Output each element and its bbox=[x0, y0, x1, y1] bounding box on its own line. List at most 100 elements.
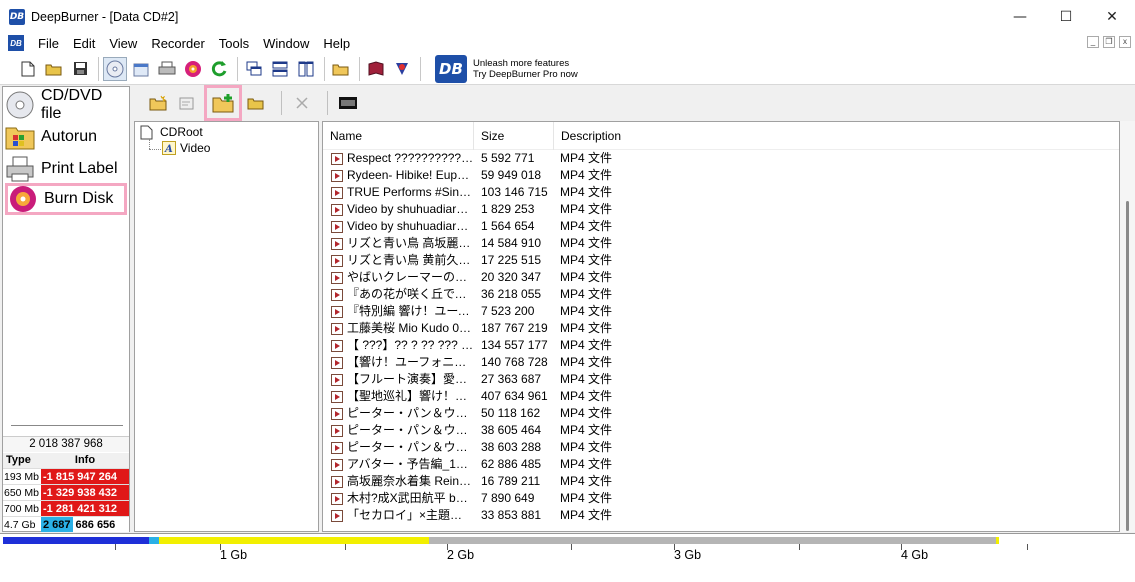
cap-fit-rest: 686 656 bbox=[75, 519, 116, 531]
table-row[interactable]: やばいクレーマーの黄前久美... 20 320 347 MP4 文件 bbox=[323, 269, 1119, 286]
table-row[interactable]: 『特別編 響け！ユーフォニア... 7 523 200 MP4 文件 bbox=[323, 303, 1119, 320]
table-row[interactable]: 『あの花が咲く丘で、君とまた... 36 218 055 MP4 文件 bbox=[323, 286, 1119, 303]
file-description: MP4 文件 bbox=[560, 287, 613, 301]
minimize-button[interactable]: — bbox=[997, 0, 1043, 33]
table-row[interactable]: ピーター・パン＆ウェンディ | 予... 38 605 464 MP4 文件 bbox=[323, 422, 1119, 439]
maximize-button[interactable]: ☐ bbox=[1043, 0, 1089, 33]
table-row[interactable]: ピーター・パン＆ウェンディ | 日... 50 118 162 MP4 文件 bbox=[323, 405, 1119, 422]
video-file-icon bbox=[331, 271, 343, 284]
cascade-windows-icon[interactable] bbox=[242, 57, 266, 81]
menu-recorder[interactable]: Recorder bbox=[144, 36, 211, 51]
about-icon[interactable] bbox=[390, 57, 414, 81]
help-book-icon[interactable] bbox=[364, 57, 388, 81]
boot-disc-icon[interactable] bbox=[336, 91, 360, 115]
open-folder-icon[interactable] bbox=[244, 91, 268, 115]
save-icon[interactable] bbox=[68, 57, 92, 81]
add-files-button[interactable] bbox=[204, 85, 242, 121]
table-row[interactable]: Video by shuhuadiary_6... 1 829 253 MP4 文件 bbox=[323, 201, 1119, 218]
table-row[interactable]: ピーター・パン＆ウェンディ | 予... 38 603 288 MP4 文件 bbox=[323, 439, 1119, 456]
panel-splitter[interactable] bbox=[11, 425, 123, 427]
tile-vertical-icon[interactable] bbox=[294, 57, 318, 81]
table-row[interactable]: 【聖地巡礼】響け！ユーフォニ... 407 634 961 MP4 文件 bbox=[323, 388, 1119, 405]
table-row: 4.7 Gb 2 687 686 656 bbox=[3, 516, 129, 532]
mdi-minimize-button[interactable]: _ bbox=[1087, 36, 1099, 48]
file-size: 20 320 347 bbox=[481, 270, 542, 284]
new-folder-icon[interactable] bbox=[146, 91, 170, 115]
table-row[interactable]: Respect ????????????... 5 592 771 MP4 文件 bbox=[323, 150, 1119, 167]
capacity-remaining-segment bbox=[429, 537, 996, 544]
capacity-table: Type Info 193 Mb -1 815 947 264 650 Mb -… bbox=[3, 453, 129, 532]
table-row[interactable]: 「セカロイ」×主題歌「左右盲」... 33 853 881 MP4 文件 bbox=[323, 507, 1119, 524]
menu-view[interactable]: View bbox=[102, 36, 144, 51]
tree-node-video[interactable]: A Video bbox=[162, 140, 210, 156]
sidebar-item-cd-dvd-file[interactable]: CD/DVD file bbox=[5, 87, 127, 122]
menu-tools[interactable]: Tools bbox=[212, 36, 256, 51]
svg-text:A: A bbox=[164, 144, 173, 155]
table-row[interactable]: 【フルート演奏】愛の花 ?あい... 27 363 687 MP4 文件 bbox=[323, 371, 1119, 388]
video-file-icon bbox=[331, 152, 343, 165]
sidebar-item-burn-disk[interactable]: Burn Disk bbox=[5, 183, 127, 215]
menu-file[interactable]: File bbox=[31, 36, 66, 51]
file-description: MP4 文件 bbox=[560, 321, 613, 335]
file-size: 38 605 464 bbox=[481, 423, 542, 437]
tree-node-root[interactable]: CDRoot bbox=[140, 124, 203, 140]
file-size: 7 890 649 bbox=[481, 491, 535, 505]
table-row[interactable]: リズと青い鳥 黄前久美子全... 17 225 515 MP4 文件 bbox=[323, 252, 1119, 269]
file-size: 17 225 515 bbox=[481, 253, 542, 267]
table-row[interactable]: TRUE Performs #Sincer... 103 146 715 MP4 文… bbox=[323, 184, 1119, 201]
table-row[interactable]: 【 ???】?? ? ?? ??? ???... 134 557 177 MP4 文… bbox=[323, 337, 1119, 354]
file-description: MP4 文件 bbox=[560, 406, 613, 420]
table-row[interactable]: 工藤美桜 Mio Kudo 09_1... 187 767 219 MP4 文件 bbox=[323, 320, 1119, 337]
table-row[interactable]: 高坂麗奈水着集 Reina Ko... 16 789 211 MP4 文件 bbox=[323, 473, 1119, 490]
file-name: ピーター・パン＆ウェンディ | 日... bbox=[347, 406, 474, 420]
table-row[interactable]: リズと青い鳥 高坂麗奈全登... 14 584 910 MP4 文件 bbox=[323, 235, 1119, 252]
close-button[interactable]: ✕ bbox=[1089, 0, 1135, 33]
table-row[interactable]: 【響け！ユーフォニアム】黄前... 140 768 728 MP4 文件 bbox=[323, 354, 1119, 371]
column-header-size[interactable]: Size bbox=[474, 122, 554, 150]
tree-connector bbox=[149, 139, 150, 149]
new-file-icon[interactable] bbox=[16, 57, 40, 81]
file-description: MP4 文件 bbox=[560, 168, 613, 182]
mdi-close-button[interactable]: x bbox=[1119, 36, 1131, 48]
folder-tree: CDRoot A Video bbox=[134, 121, 319, 532]
file-name: リズと青い鳥 高坂麗奈全登... bbox=[347, 236, 474, 250]
table-row[interactable]: 木村?成X武田航平 behin... 7 890 649 MP4 文件 bbox=[323, 490, 1119, 507]
table-row[interactable]: Rydeen- Hibike! Euphon... 59 949 018 MP4 文… bbox=[323, 167, 1119, 184]
file-description: MP4 文件 bbox=[560, 338, 613, 352]
burn-disc-icon[interactable] bbox=[181, 57, 205, 81]
refresh-icon[interactable] bbox=[207, 57, 231, 81]
scale-label: 3 Gb bbox=[674, 548, 702, 562]
file-list-scrollbar[interactable] bbox=[1120, 121, 1135, 532]
open-folder-icon[interactable] bbox=[42, 57, 66, 81]
menu-help[interactable]: Help bbox=[316, 36, 357, 51]
file-size: 36 218 055 bbox=[481, 287, 542, 301]
table-row[interactable]: アバター・予告編_1920x10... 62 886 485 MP4 文件 bbox=[323, 456, 1119, 473]
print-icon[interactable] bbox=[155, 57, 179, 81]
sidebar-item-autorun[interactable]: Autorun bbox=[5, 121, 127, 153]
video-file-icon bbox=[331, 186, 343, 199]
table-row[interactable]: Video by shuhuadiary_6... 1 564 654 MP4 文件 bbox=[323, 218, 1119, 235]
tile-horizontal-icon[interactable] bbox=[268, 57, 292, 81]
calendar-disc-icon[interactable] bbox=[129, 57, 153, 81]
document-logo-icon[interactable]: DB bbox=[8, 35, 24, 51]
rename-icon[interactable] bbox=[175, 91, 199, 115]
promo-line-2: Try DeepBurner Pro now bbox=[473, 68, 578, 80]
pro-promo-banner[interactable]: DB Unleash more features Try DeepBurner … bbox=[435, 54, 578, 83]
scrollbar-thumb[interactable] bbox=[1126, 201, 1129, 531]
file-size: 38 603 288 bbox=[481, 440, 542, 454]
cap-info-over: -1 281 421 312 bbox=[41, 501, 129, 516]
video-file-icon bbox=[331, 424, 343, 437]
folder-video-icon: A bbox=[162, 141, 176, 155]
file-name: ピーター・パン＆ウェンディ | 予... bbox=[347, 440, 474, 454]
mdi-restore-button[interactable]: ❐ bbox=[1103, 36, 1115, 48]
file-description: MP4 文件 bbox=[560, 185, 613, 199]
menu-window[interactable]: Window bbox=[256, 36, 316, 51]
folder-options-icon[interactable] bbox=[329, 57, 353, 81]
delete-icon[interactable] bbox=[290, 91, 314, 115]
menu-edit[interactable]: Edit bbox=[66, 36, 102, 51]
column-header-name[interactable]: Name bbox=[323, 122, 474, 150]
data-disc-icon[interactable] bbox=[103, 56, 127, 81]
sidebar-item-print-label[interactable]: Print Label bbox=[5, 153, 127, 185]
video-file-icon bbox=[331, 254, 343, 267]
column-header-description[interactable]: Description bbox=[554, 122, 754, 150]
